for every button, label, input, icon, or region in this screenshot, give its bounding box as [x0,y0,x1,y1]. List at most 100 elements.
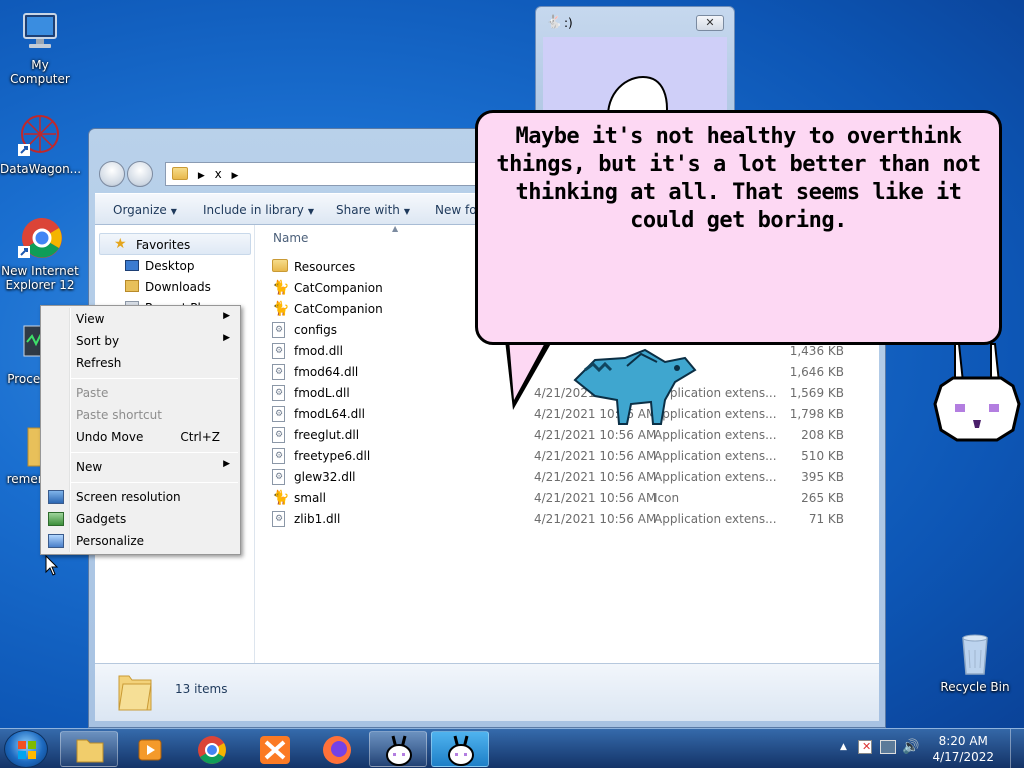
bunny-pet-sprite[interactable] [933,342,1021,442]
share-label: Share with [336,203,400,217]
file-date: 4/21/2021 10:56 AM [534,512,657,526]
close-icon: ✕ [705,16,715,29]
network-icon[interactable] [880,740,896,754]
share-with-menu[interactable]: Share with ▼ [336,203,410,217]
file-row[interactable]: freetype6.dll 4/21/2021 10:56 AMApplicati… [272,446,872,467]
forward-button[interactable] [127,161,153,187]
file-date: 4/21/2021 10:56 AM [534,470,657,484]
menu-item-label: View [76,312,105,326]
menu-item-label: Undo Move [76,430,144,444]
taskbar-explorer[interactable] [60,731,118,767]
menu-item-paste-shortcut: Paste shortcut [43,404,238,426]
explorer-icon [76,739,104,763]
taskbar-xampp[interactable] [245,731,303,767]
datawagon-icon [16,112,64,160]
windows-logo-icon [18,741,36,759]
file-size: 1,646 KB [789,365,844,379]
file-row[interactable]: zlib1.dll 4/21/2021 10:56 AMApplication e… [272,509,872,530]
file-size: 1,798 KB [789,407,844,421]
taskbar-chrome[interactable] [182,731,240,767]
taskbar-bunny-pet-2[interactable] [431,731,489,767]
cat-icon: 🐈 [272,490,290,506]
taskbar-media-player[interactable] [120,731,178,767]
desktop-icon-recycle-bin[interactable]: Recycle Bin [935,630,1015,694]
desktop-icon-my-computer[interactable]: My Computer [0,8,80,86]
file-size: 265 KB [801,491,844,505]
taskbar: ▲ ✕ 🔊 8:20 AM 4/17/2022 [0,728,1024,768]
menu-item-label: Screen resolution [76,490,181,504]
speech-bubble: Maybe it's not healthy to overthink thin… [475,110,1002,345]
show-desktop-button[interactable] [1010,729,1024,768]
menu-item-label: New [76,460,103,474]
details-pane: 13 items [95,663,879,721]
folder-icon [172,167,188,180]
breadcrumb-item[interactable]: x [215,167,222,181]
file-icon [272,322,288,338]
menu-item-sort-by[interactable]: Sort by ▶ [43,330,238,352]
dll-file-icon [272,511,288,527]
dragon-pet-sprite[interactable] [565,340,705,425]
column-header-name[interactable]: Name [273,231,308,245]
chrome-icon [198,736,226,764]
desktop-icon-label: Recycle Bin [940,680,1010,694]
include-in-library-menu[interactable]: Include in library ▼ [203,203,314,217]
file-size: 71 KB [808,512,844,526]
menu-item-refresh[interactable]: Refresh [43,352,238,374]
file-size: 1,569 KB [789,386,844,400]
menu-item-view[interactable]: View ▶ [43,308,238,330]
taskbar-firefox[interactable] [307,731,365,767]
menu-item-personalize[interactable]: Personalize [43,530,238,552]
system-tray: ▲ ✕ 🔊 8:20 AM 4/17/2022 [834,729,1024,768]
nav-item-desktop[interactable]: Desktop [125,259,195,273]
menu-item-new[interactable]: New ▶ [43,456,238,478]
back-button[interactable] [99,161,125,187]
downloads-folder-icon [125,280,139,292]
dll-file-icon [272,448,288,464]
dll-file-icon [272,343,288,359]
address-bar[interactable]: ▶ x ▶ [165,162,495,186]
menu-item-shortcut: Ctrl+Z [180,430,220,444]
desktop-icon-label: DataWagon... [0,162,82,176]
organize-menu[interactable]: Organize ▼ [113,203,177,217]
companion-window[interactable]: 🐇 :) ✕ [535,6,735,128]
chevron-right-icon: ▶ [223,333,230,343]
file-row[interactable]: freeglut.dll 4/21/2021 10:56 AMApplicatio… [272,425,872,446]
taskbar-bunny-pet-1[interactable] [369,731,427,767]
desktop-icon-datawagon[interactable]: DataWagon... [0,112,82,176]
alert-x-icon: ✕ [862,740,872,753]
chevron-right-icon: ▶ [223,311,230,321]
dll-file-icon [272,364,288,380]
volume-icon[interactable]: 🔊 [902,739,919,755]
menu-separator [71,482,238,483]
file-row[interactable]: 🐈 small 4/21/2021 10:56 AM Icon 265 KB [272,488,872,509]
show-hidden-icons-icon[interactable]: ▲ [840,742,847,752]
monitor-icon [16,8,64,56]
start-button[interactable] [4,730,48,768]
nav-item-label: Favorites [136,238,191,252]
companion-window-title: :) [564,16,573,30]
new-folder-button[interactable]: New fo [435,203,477,217]
speech-bubble-tail [509,339,547,400]
clock-date: 4/17/2022 [932,750,994,764]
dll-file-icon [272,385,288,401]
clock-time: 8:20 AM [938,734,988,748]
action-center-icon[interactable]: ✕ [858,740,872,754]
menu-item-gadgets[interactable]: Gadgets [43,508,238,530]
clock[interactable]: 8:20 AM 4/17/2022 [932,733,994,765]
file-name: freeglut.dll [294,428,360,442]
file-name: fmodL.dll [294,386,350,400]
menu-item-undo-move[interactable]: Undo Move Ctrl+Z [43,426,238,448]
menu-item-screen-resolution[interactable]: Screen resolution [43,486,238,508]
menu-item-label: Sort by [76,334,120,348]
close-button[interactable]: ✕ [696,15,724,31]
nav-item-favorites[interactable]: ★ Favorites [99,233,251,255]
file-name: Resources [294,260,356,274]
dll-file-icon [272,469,288,485]
file-row[interactable]: glew32.dll 4/21/2021 10:56 AMApplication … [272,467,872,488]
dll-file-icon [272,427,288,443]
desktop-icon [125,260,139,271]
menu-item-label: Personalize [76,534,145,548]
desktop-icon-internet-explorer[interactable]: New Internet Explorer 12 [0,214,80,292]
nav-item-downloads[interactable]: Downloads [125,280,211,294]
file-type: Application extens... [654,449,777,463]
